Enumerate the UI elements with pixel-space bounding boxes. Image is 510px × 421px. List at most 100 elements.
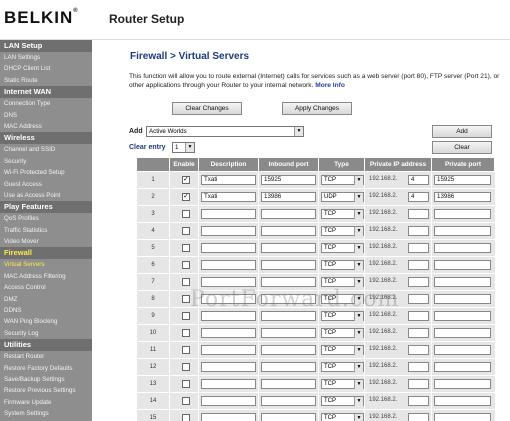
inbound-port-input[interactable]	[261, 362, 316, 372]
enable-checkbox[interactable]	[182, 295, 190, 303]
sidebar-item-dhcp-client-list[interactable]: DHCP Client List	[0, 63, 92, 74]
sidebar-item-firmware-update[interactable]: Firmware Update	[0, 397, 92, 408]
clear-changes-button[interactable]: Clear Changes	[172, 102, 242, 115]
private-port-input[interactable]	[434, 413, 491, 421]
sidebar-item-static-route[interactable]: Static Route	[0, 75, 92, 86]
protocol-select[interactable]: TCP ▼	[321, 226, 364, 236]
sidebar-item-restore-factory-defaults[interactable]: Restore Factory Defaults	[0, 363, 92, 374]
sidebar-item-dns[interactable]: DNS	[0, 110, 92, 121]
inbound-port-input[interactable]	[261, 379, 316, 389]
private-port-input[interactable]: 13986	[434, 192, 491, 202]
description-input[interactable]	[201, 260, 256, 270]
inbound-port-input[interactable]: 15925	[261, 175, 316, 185]
enable-checkbox[interactable]	[182, 227, 190, 235]
inbound-port-input[interactable]	[261, 294, 316, 304]
sidebar-item-video-mover[interactable]: Video Mover	[0, 236, 92, 247]
enable-checkbox[interactable]	[182, 278, 190, 286]
sidebar-item-mac-address[interactable]: MAC Address	[0, 121, 92, 132]
inbound-port-input[interactable]	[261, 345, 316, 355]
description-input[interactable]	[201, 311, 256, 321]
enable-checkbox[interactable]	[182, 329, 190, 337]
description-input[interactable]	[201, 209, 256, 219]
enable-checkbox[interactable]	[182, 380, 190, 388]
inbound-port-input[interactable]	[261, 413, 316, 421]
inbound-port-input[interactable]	[261, 243, 316, 253]
sidebar-item-restart-router[interactable]: Restart Router	[0, 351, 92, 362]
protocol-select[interactable]: TCP ▼	[321, 243, 364, 253]
protocol-select[interactable]: TCP ▼	[321, 379, 364, 389]
sidebar-item-restore-previous-settings[interactable]: Restore Previous Settings	[0, 385, 92, 396]
private-port-input[interactable]	[434, 209, 491, 219]
sidebar-item-connection-type[interactable]: Connection Type	[0, 98, 92, 109]
private-ip-last-octet-input[interactable]: 4	[408, 175, 429, 185]
sidebar-item-security[interactable]: Security	[0, 156, 92, 167]
sidebar-item-dmz[interactable]: DMZ	[0, 294, 92, 305]
protocol-select[interactable]: TCP ▼	[321, 345, 364, 355]
sidebar-item-access-control[interactable]: Access Control	[0, 282, 92, 293]
description-input[interactable]	[201, 328, 256, 338]
private-ip-last-octet-input[interactable]	[408, 396, 429, 406]
sidebar-item-qos-profiles[interactable]: QoS Profiles	[0, 213, 92, 224]
enable-checkbox[interactable]	[182, 312, 190, 320]
sidebar-item-wan-ping-blocking[interactable]: WAN Ping Blocking	[0, 316, 92, 327]
private-port-input[interactable]	[434, 362, 491, 372]
sidebar-item-mac-address-filtering[interactable]: MAC Address Filtering	[0, 271, 92, 282]
sidebar-item-save-backup-settings[interactable]: Save/Backup Settings	[0, 374, 92, 385]
inbound-port-input[interactable]	[261, 226, 316, 236]
sidebar-item-use-as-access-point[interactable]: Use as Access Point	[0, 190, 92, 201]
private-port-input[interactable]: 15925	[434, 175, 491, 185]
sidebar-item-lan-settings[interactable]: LAN Settings	[0, 52, 92, 63]
protocol-select[interactable]: TCP ▼	[321, 175, 364, 185]
private-port-input[interactable]	[434, 226, 491, 236]
sidebar-item-channel-and-ssid[interactable]: Channel and SSID	[0, 144, 92, 155]
private-ip-last-octet-input[interactable]	[408, 413, 429, 421]
sidebar-item-wi-fi-protected-setup[interactable]: Wi-Fi Protected Setup	[0, 167, 92, 178]
enable-checkbox[interactable]	[182, 210, 190, 218]
private-ip-last-octet-input[interactable]	[408, 379, 429, 389]
enable-checkbox[interactable]	[182, 244, 190, 252]
inbound-port-input[interactable]	[261, 277, 316, 287]
protocol-select[interactable]: TCP ▼	[321, 396, 364, 406]
protocol-select[interactable]: TCP ▼	[321, 413, 364, 421]
private-port-input[interactable]	[434, 294, 491, 304]
protocol-select[interactable]: TCP ▼	[321, 328, 364, 338]
description-input[interactable]	[201, 243, 256, 253]
private-port-input[interactable]	[434, 345, 491, 355]
description-input[interactable]	[201, 413, 256, 421]
private-port-input[interactable]	[434, 260, 491, 270]
private-ip-last-octet-input[interactable]	[408, 226, 429, 236]
private-ip-last-octet-input[interactable]	[408, 362, 429, 372]
protocol-select[interactable]: TCP ▼	[321, 362, 364, 372]
inbound-port-input[interactable]	[261, 260, 316, 270]
enable-checkbox[interactable]	[182, 363, 190, 371]
private-ip-last-octet-input[interactable]	[408, 243, 429, 253]
enable-checkbox[interactable]: ✓	[182, 193, 190, 201]
private-ip-last-octet-input[interactable]	[408, 294, 429, 304]
sidebar-item-guest-access[interactable]: Guest Access	[0, 179, 92, 190]
private-ip-last-octet-input[interactable]	[408, 311, 429, 321]
description-input[interactable]	[201, 379, 256, 389]
enable-checkbox[interactable]	[182, 397, 190, 405]
private-ip-last-octet-input[interactable]	[408, 328, 429, 338]
private-ip-last-octet-input[interactable]	[408, 209, 429, 219]
inbound-port-input[interactable]	[261, 209, 316, 219]
description-input[interactable]: Txati	[201, 192, 256, 202]
private-port-input[interactable]	[434, 243, 491, 253]
private-port-input[interactable]	[434, 277, 491, 287]
enable-checkbox[interactable]: ✓	[182, 176, 190, 184]
apply-changes-button[interactable]: Apply Changes	[282, 102, 352, 115]
description-input[interactable]	[201, 226, 256, 236]
enable-checkbox[interactable]	[182, 346, 190, 354]
description-input[interactable]: Txati	[201, 175, 256, 185]
protocol-select[interactable]: TCP ▼	[321, 260, 364, 270]
inbound-port-input[interactable]	[261, 311, 316, 321]
sidebar-item-traffic-statistics[interactable]: Traffic Statistics	[0, 225, 92, 236]
sidebar-item-system-settings[interactable]: System Settings	[0, 408, 92, 419]
sidebar-item-ddns[interactable]: DDNS	[0, 305, 92, 316]
private-port-input[interactable]	[434, 396, 491, 406]
private-port-input[interactable]	[434, 328, 491, 338]
sidebar-item-virtual-servers[interactable]: Virtual Servers	[0, 259, 92, 270]
private-port-input[interactable]	[434, 379, 491, 389]
sidebar-item-security-log[interactable]: Security Log	[0, 328, 92, 339]
add-button[interactable]: Add	[432, 125, 492, 138]
